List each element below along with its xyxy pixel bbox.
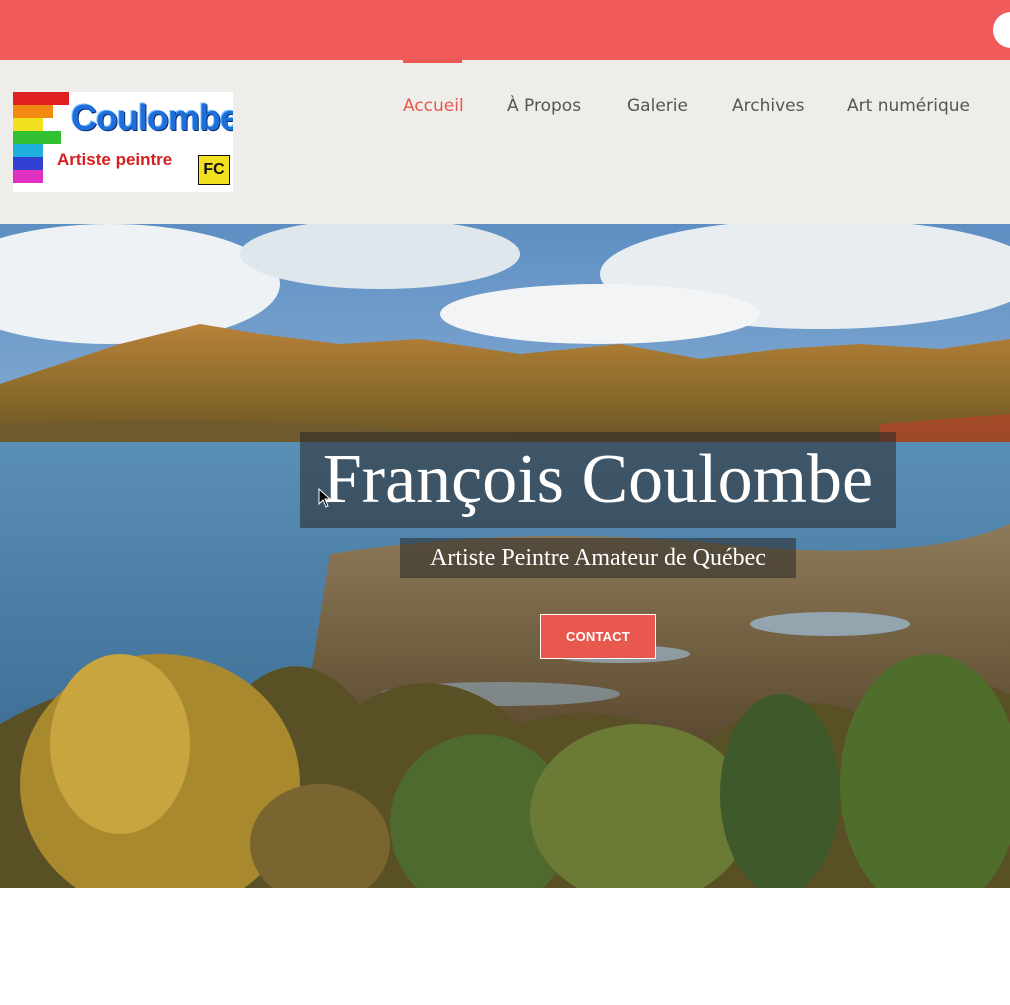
contact-button[interactable]: CONTACT: [540, 614, 656, 659]
content-area: [0, 888, 1010, 1005]
hero-title: François Coulombe: [300, 432, 896, 528]
main-nav: Accueil À Propos Galerie Archives Art nu…: [0, 60, 1010, 224]
hero-subtitle: Artiste Peintre Amateur de Québec: [400, 538, 796, 578]
nav-item-art-numerique[interactable]: Art numérique: [847, 94, 970, 118]
mouse-cursor-icon: [318, 488, 332, 508]
hero-banner: François Coulombe Artiste Peintre Amateu…: [0, 224, 1010, 888]
nav-item-galerie[interactable]: Galerie: [627, 94, 688, 118]
circle-icon[interactable]: [993, 12, 1010, 48]
active-tab-indicator: [403, 60, 462, 63]
top-bar: [0, 0, 1010, 60]
nav-item-archives[interactable]: Archives: [732, 94, 804, 118]
nav-item-accueil[interactable]: Accueil: [403, 94, 464, 118]
nav-item-a-propos[interactable]: À Propos: [507, 94, 581, 118]
site-header: Coulombe Artiste peintre FC Accueil À Pr…: [0, 60, 1010, 224]
